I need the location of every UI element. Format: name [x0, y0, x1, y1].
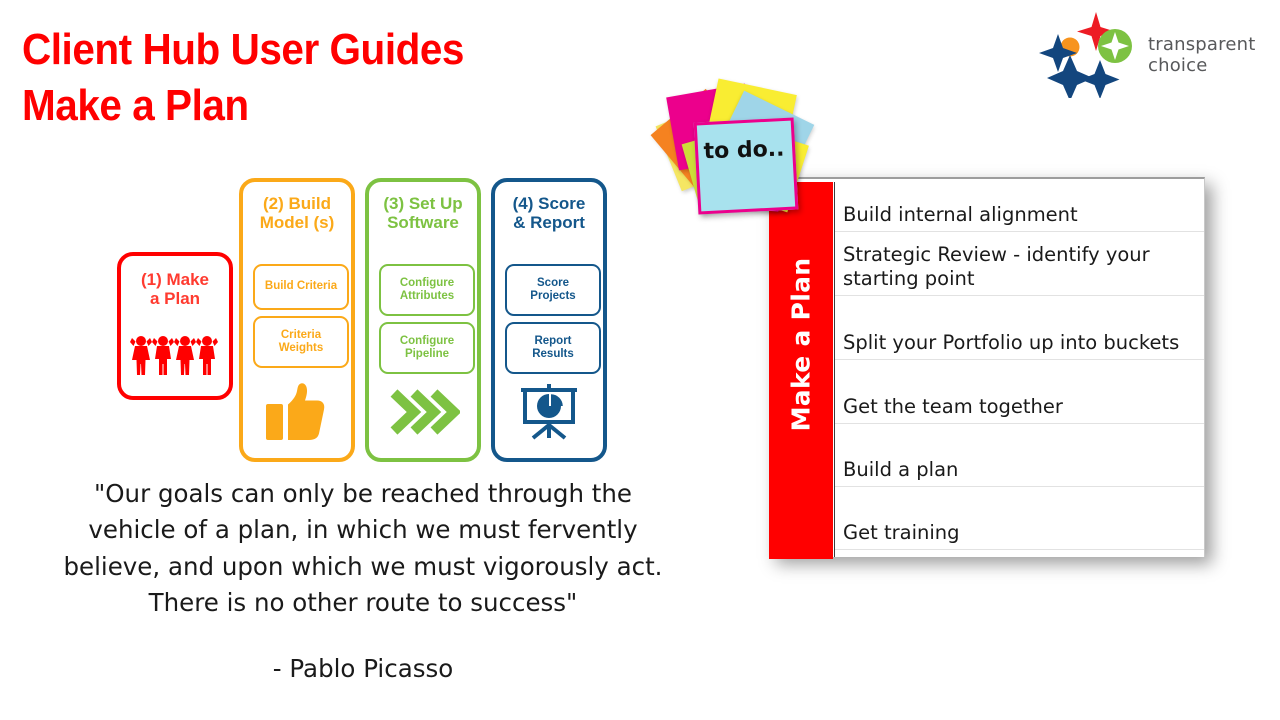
triple-chevron-right-icon — [369, 387, 477, 437]
slide-canvas: Client Hub User Guides Make a Plan trans… — [0, 0, 1280, 720]
sticky-note-top — [693, 117, 799, 215]
picasso-quote: "Our goals can only be reached through t… — [48, 476, 678, 687]
page-title: Client Hub User Guides Make a Plan — [22, 22, 642, 134]
quote-line-1: "Our goals can only be reached through t… — [94, 479, 632, 508]
list-item-text-2: starting point — [843, 267, 975, 291]
process-step-4-sub-2[interactable]: Report Results — [505, 322, 601, 374]
process-step-3-sub-1[interactable]: Configure Attributes — [379, 264, 475, 316]
process-step-4-sub-1[interactable]: Score Projects — [505, 264, 601, 316]
logo-mark-icon — [1039, 12, 1132, 98]
checklist-sidebar: Make a Plan — [769, 182, 833, 559]
process-step-3[interactable]: (3) Set Up Software Configure Attributes… — [365, 178, 481, 462]
list-item-text: Strategic Review - identify your — [843, 243, 1150, 267]
people-raised-arms-icon — [121, 332, 229, 378]
process-step-2-title: (2) Build Model (s) — [259, 194, 335, 233]
logo-word-1: transparent — [1148, 34, 1256, 55]
process-step-1-title: (1) Make a Plan — [140, 270, 210, 309]
sticky-note-label: to do.. — [703, 136, 785, 165]
presentation-pie-chart-icon — [495, 382, 603, 440]
list-item-text: Get the team together — [843, 395, 1063, 419]
quote-line-2: vehicle of a plan, in which we must ferv… — [88, 515, 638, 545]
title-line-2: Make a Plan — [22, 80, 249, 130]
logo-wordmark: transparent choice — [1148, 34, 1255, 76]
checklist-sidebar-label: Make a Plan — [786, 257, 816, 432]
make-a-plan-checklist-panel: Make a Plan Build internal alignment Str… — [769, 177, 1205, 559]
process-step-4-title: (4) Score & Report — [512, 194, 586, 233]
process-step-2-sub-2[interactable]: Criteria Weights — [253, 316, 349, 368]
list-item-text: Build internal alignment — [843, 203, 1078, 227]
process-step-3-title: (3) Set Up Software — [383, 194, 463, 233]
quote-line-4: There is no other route to success" — [148, 587, 578, 617]
quote-line-3: believe, and upon which we must vigorous… — [63, 551, 663, 581]
list-item[interactable]: Get the team together — [835, 360, 1204, 424]
process-step-2[interactable]: (2) Build Model (s) Build Criteria Crite… — [239, 178, 355, 462]
thumbs-up-icon — [243, 382, 351, 442]
process-step-3-sub-2[interactable]: Configure Pipeline — [379, 322, 475, 374]
quote-author: - Pablo Picasso — [272, 654, 454, 683]
title-line-1: Client Hub User Guides — [22, 25, 464, 74]
process-step-1[interactable]: (1) Make a Plan — [117, 252, 233, 400]
logo-word-2: choice — [1148, 55, 1208, 77]
list-item[interactable]: Build a plan — [835, 424, 1204, 487]
list-item-text: Get training — [843, 521, 960, 545]
process-diagram: (1) Make a Plan (2) Build Model (s) Buil… — [108, 170, 628, 465]
list-item[interactable]: Split your Portfolio up into buckets — [835, 296, 1204, 360]
process-step-4[interactable]: (4) Score & Report Score Projects Report… — [491, 178, 607, 462]
process-step-2-sub-1[interactable]: Build Criteria — [253, 264, 349, 310]
checklist-rows: Build internal alignment Strategic Revie… — [834, 182, 1204, 557]
list-item[interactable]: Strategic Review - identify your startin… — [835, 232, 1204, 296]
transparentchoice-logo: transparent choice — [1030, 8, 1270, 100]
list-item[interactable]: Get training — [835, 487, 1204, 550]
sticky-notes-cluster: to do.. — [650, 78, 815, 215]
list-item[interactable]: Build internal alignment — [835, 182, 1204, 232]
list-item-text: Split your Portfolio up into buckets — [843, 331, 1180, 355]
list-item-text: Build a plan — [843, 458, 959, 482]
